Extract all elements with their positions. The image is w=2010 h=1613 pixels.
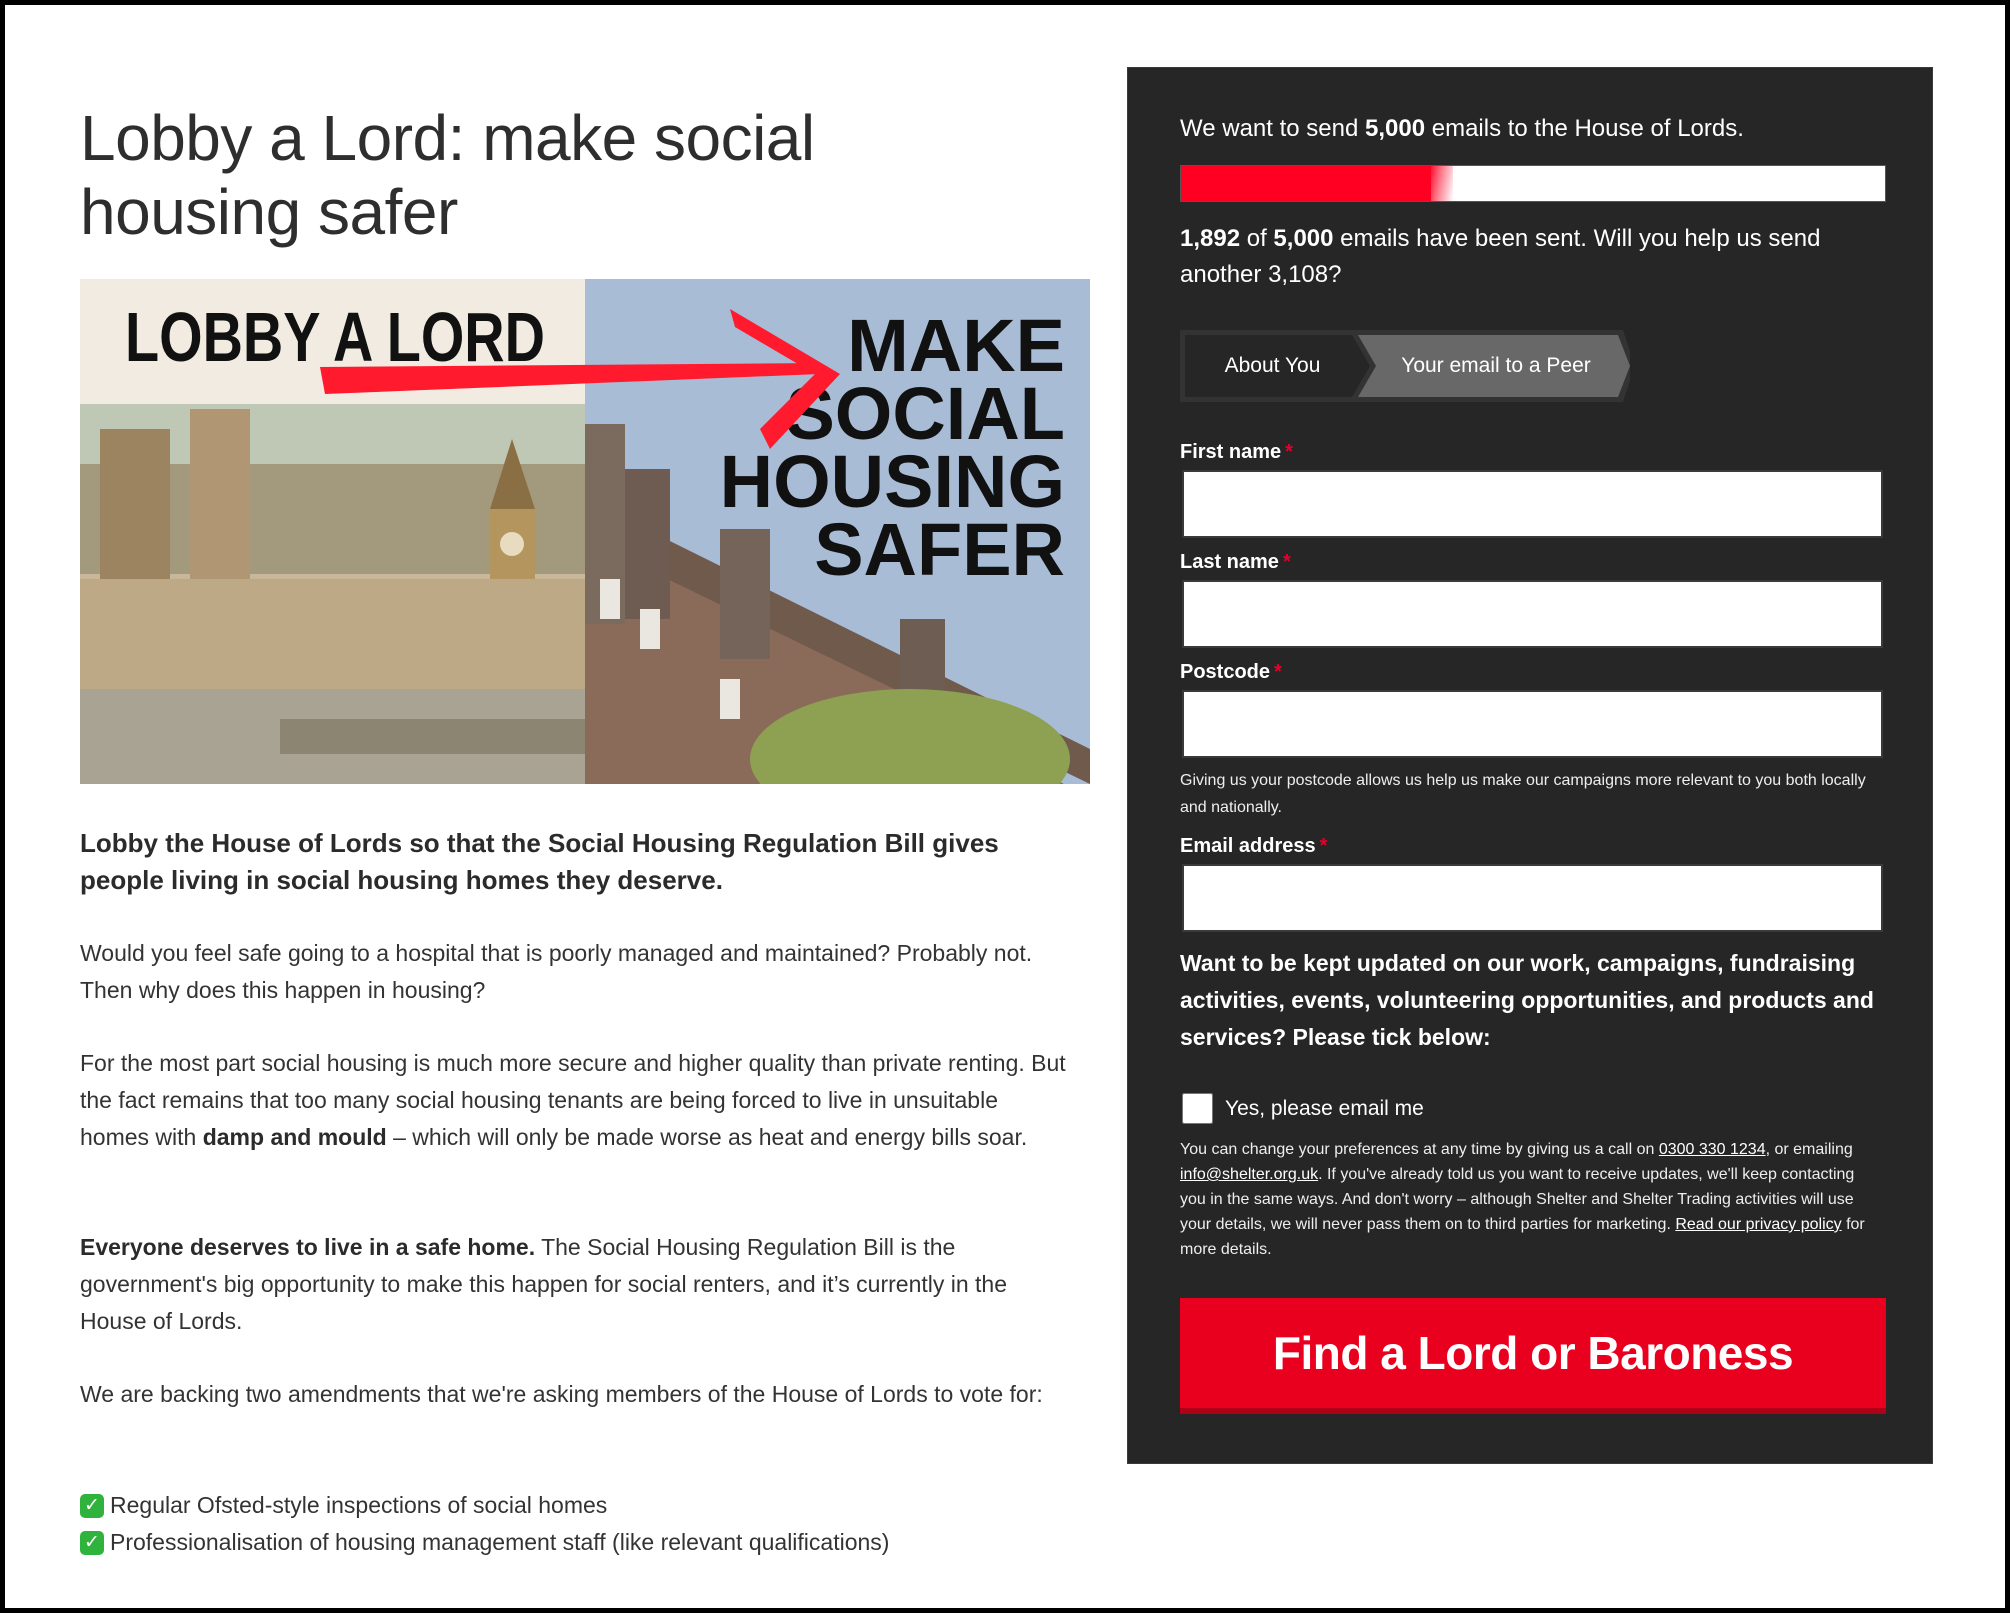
privacy-notice: You can change your preferences at any t… <box>1180 1141 1865 1258</box>
body-paragraph-3: Everyone deserves to live in a safe home… <box>80 1234 1008 1334</box>
emphasis-safe-home: Everyone deserves to live in a safe home… <box>80 1234 536 1260</box>
step-your-email-to-a-peer[interactable]: Your email to a Peer <box>1372 330 1620 402</box>
amendment-item: ✓ Professionalisation of housing managem… <box>80 1524 889 1561</box>
hero-left-caption: LOBBY A LORD <box>125 298 545 376</box>
amendment-item: ✓ Regular Ofsted-style inspections of so… <box>80 1487 607 1524</box>
body-paragraph-2: For the most part social housing is much… <box>80 1050 1066 1150</box>
last-name-input[interactable] <box>1182 580 1883 648</box>
email-optin-label[interactable]: Yes, please email me <box>1225 1097 1424 1121</box>
email-optin-checkbox[interactable] <box>1182 1093 1213 1124</box>
lead-paragraph: Lobby the House of Lords so that the Soc… <box>80 828 999 895</box>
first-name-input[interactable] <box>1182 470 1883 538</box>
check-mark-button-icon: ✓ <box>80 1493 104 1518</box>
postcode-input[interactable] <box>1182 690 1883 758</box>
goal-text: We want to send 5,000 emails to the Hous… <box>1180 115 1744 142</box>
postcode-hint: Giving us your postcode allows us help u… <box>1180 772 1866 816</box>
required-marker: * <box>1274 661 1282 683</box>
amendment-text: Regular Ofsted-style inspections of soci… <box>110 1492 608 1518</box>
form-stepper: About You Your email to a Peer <box>1180 330 1630 402</box>
email-label: Email address * <box>1180 835 1328 857</box>
check-mark-button-icon: ✓ <box>80 1530 104 1555</box>
optin-question: Want to be kept updated on our work, cam… <box>1180 950 1874 1050</box>
required-marker: * <box>1282 551 1291 573</box>
step-about-you[interactable]: About You <box>1185 330 1360 402</box>
required-marker: * <box>1319 835 1328 857</box>
email-input[interactable] <box>1182 864 1883 932</box>
optin-row: Yes, please email me <box>1182 1093 1424 1124</box>
find-a-lord-button[interactable]: Find a Lord or Baroness <box>1180 1298 1886 1414</box>
phone-link[interactable]: 0300 330 1234 <box>1659 1141 1766 1158</box>
first-name-label: First name * <box>1180 441 1293 463</box>
hero-image: LOBBY A LORD MAKE SOCIAL HOUSING SAFER <box>80 279 1090 784</box>
body-paragraph-4: We are backing two amendments that we're… <box>80 1381 1043 1407</box>
amendment-text: Professionalisation of housing managemen… <box>110 1529 890 1555</box>
emphasis-damp-mould: damp and mould <box>202 1124 387 1150</box>
email-link[interactable]: info@shelter.org.uk <box>1180 1166 1318 1183</box>
hero-right-caption-line: SAFER <box>814 508 1065 591</box>
progress-bar <box>1180 165 1886 202</box>
postcode-label: Postcode * <box>1180 661 1282 683</box>
page-title: Lobby a Lord: make social housing safer <box>80 102 815 248</box>
body-paragraph-1: Would you feel safe going to a hospital … <box>80 940 1033 1003</box>
privacy-policy-link[interactable]: Read our privacy policy <box>1675 1216 1841 1233</box>
progress-bar-fill <box>1181 166 1454 201</box>
required-marker: * <box>1285 441 1293 463</box>
progress-status-text: 1,892 of 5,000 emails have been sent. Wi… <box>1180 225 1821 288</box>
last-name-label: Last name * <box>1180 551 1291 573</box>
